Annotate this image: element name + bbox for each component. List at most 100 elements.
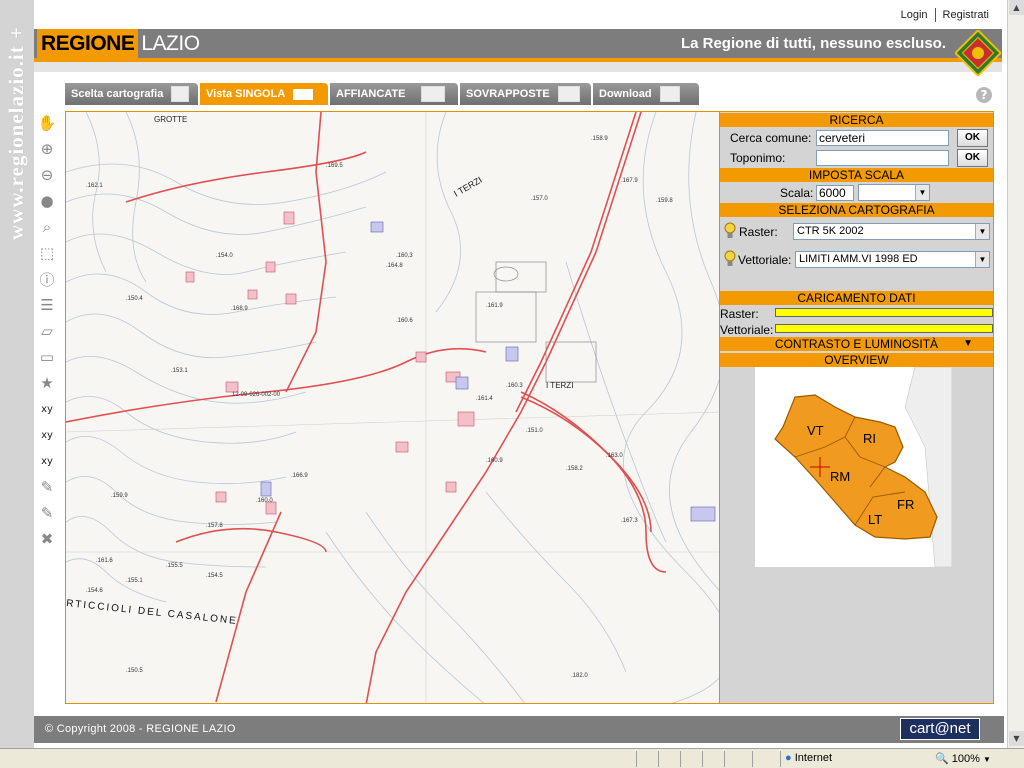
list-icon[interactable]: ☰	[35, 293, 59, 317]
cartnet-logo[interactable]: cart@net	[900, 718, 980, 740]
spot-height: .160.6	[396, 318, 413, 324]
tab-label: AFFIANCATE	[336, 88, 406, 100]
spot-height: .167.3	[621, 518, 638, 524]
tab-vista-singola[interactable]: Vista SINGOLA	[200, 83, 328, 105]
tab-scelta-cartografia[interactable]: Scelta cartografia	[65, 83, 198, 105]
tab-affiancate[interactable]: AFFIANCATE	[330, 83, 458, 105]
top-links: Login Registrati	[896, 8, 994, 22]
spot-height: .166.9	[291, 473, 308, 479]
register-link[interactable]: Registrati	[938, 9, 994, 21]
zoom-control[interactable]: 🔍 100% ▼	[935, 752, 991, 765]
header-lower-stripe	[34, 62, 1002, 72]
status-cell	[680, 751, 702, 767]
brand-logo[interactable]: REGIONE LAZIO	[37, 29, 200, 58]
xy-pointer-icon[interactable]: xy	[35, 423, 59, 447]
magnifier-icon[interactable]: ⌕	[35, 215, 59, 239]
scroll-up-icon[interactable]: ▲	[1009, 0, 1024, 15]
raster-row: Raster: CTR 5K 2002 ▼	[720, 221, 993, 243]
chevron-down-icon: ▼	[975, 224, 989, 239]
place-grotte: GROTTE	[154, 115, 187, 124]
contrasto-label: CONTRASTO E LUMINOSITÀ	[774, 337, 939, 351]
status-cell	[724, 751, 752, 767]
globe-grid-icon	[171, 86, 190, 102]
highlighted-buildings	[260, 221, 716, 522]
section-seleziona-cartografia: SELEZIONA CARTOGRAFIA	[720, 203, 993, 217]
login-link[interactable]: Login	[896, 9, 933, 21]
sheet-id: 12-09-026-002-00	[232, 392, 281, 398]
xy-label: xy	[41, 455, 53, 467]
tab-label: Scelta cartografia	[71, 88, 164, 100]
zoom-out-icon[interactable]: ⊖	[35, 163, 59, 187]
header-slogan: La Regione di tutti, nessuno escluso.	[680, 35, 946, 52]
spot-height: .154.6	[86, 588, 103, 594]
spot-height: .182.0	[571, 673, 588, 679]
search-comune-row: Cerca comune: OK	[720, 129, 993, 149]
help-icon[interactable]: ?	[976, 87, 992, 103]
place-i-terzi-top: I TERZI	[452, 175, 484, 199]
load-vettoriale-label: Vettoriale:	[720, 323, 774, 337]
lightbulb-icon[interactable]	[724, 222, 736, 240]
map-toolbar: ✋ ⊕ ⊖ ● ⌕ ⬚ ⓘ ☰ ▱ ▭ ★ xy xy xy ✎ ✎ ✖	[34, 110, 64, 710]
scala-input[interactable]	[816, 185, 854, 201]
scala-select[interactable]: ▼	[858, 184, 930, 201]
zoom-box-icon[interactable]: ⬚	[35, 241, 59, 265]
tab-download[interactable]: Download	[593, 83, 699, 105]
place-casalone: RTICCIOLI DEL CASALONE	[66, 598, 238, 627]
spot-height: .157.0	[531, 196, 548, 202]
vettoriale-select[interactable]: LIMITI AMM.VI 1998 ED ▼	[795, 251, 990, 268]
map-canvas: GROTTE I TERZI I TERZI RTICCIOLI DEL CAS…	[66, 112, 719, 703]
brand-regione: REGIONE	[37, 29, 139, 58]
ruler-icon[interactable]: ✎	[35, 475, 59, 499]
vettoriale-select-value: LIMITI AMM.VI 1998 ED	[799, 253, 918, 265]
section-contrasto[interactable]: CONTRASTO E LUMINOSITÀ ▼	[720, 337, 993, 351]
cerca-comune-input[interactable]	[816, 130, 949, 146]
clear-icon[interactable]: ✖	[35, 527, 59, 551]
globe-icon[interactable]: ●	[35, 189, 59, 213]
chevron-down-icon: ▼	[982, 755, 991, 764]
info-icon[interactable]: ⓘ	[35, 267, 59, 291]
spot-height: .150.4	[126, 296, 143, 302]
hand-icon[interactable]: ✋	[35, 111, 59, 135]
single-view-icon	[293, 88, 314, 100]
region-emblem-icon	[955, 30, 1001, 76]
spot-height: .169.5	[326, 163, 343, 169]
cerca-comune-ok-button[interactable]: OK	[957, 129, 988, 147]
internet-globe-icon: ●	[785, 752, 792, 764]
spot-height: .160.9	[486, 458, 503, 464]
raster-select[interactable]: CTR 5K 2002 ▼	[793, 223, 990, 240]
left-decorative-band: www.regionelazio.it +	[0, 0, 34, 748]
province-fr: FR	[897, 497, 914, 512]
xy-label: xy	[41, 403, 53, 415]
xy-label: xy	[41, 429, 53, 441]
spot-height: .153.1	[171, 368, 188, 374]
xy-text-icon[interactable]: xy	[35, 449, 59, 473]
vettoriale-progress-bar	[775, 324, 993, 333]
overview-map[interactable]: VT RI RM FR LT	[755, 367, 952, 567]
map-viewport[interactable]: GROTTE I TERZI I TERZI RTICCIOLI DEL CAS…	[65, 111, 720, 704]
scroll-down-icon[interactable]: ▼	[1009, 731, 1024, 746]
province-rm: RM	[830, 469, 850, 484]
area-icon[interactable]: ✎	[35, 501, 59, 525]
vertical-scrollbar[interactable]: ▲ ▼	[1007, 0, 1024, 748]
toponimo-row: Toponimo: OK	[720, 149, 993, 169]
status-cell	[752, 751, 780, 767]
lightbulb-icon[interactable]	[724, 250, 736, 268]
province-lt: LT	[868, 512, 882, 527]
toponimo-input[interactable]	[816, 150, 949, 166]
place-i-terzi-mid: I TERZI	[546, 381, 573, 390]
spot-height: .155.1	[126, 578, 143, 584]
layer-icon[interactable]: ▱	[35, 319, 59, 343]
star-icon[interactable]: ★	[35, 371, 59, 395]
spot-heights: .162.1 .169.5 .160.3 .160.6 .161.9 .160.3 .158…	[86, 136, 673, 679]
xy-plus-icon[interactable]: xy	[35, 397, 59, 421]
zoom-in-icon[interactable]: ⊕	[35, 137, 59, 161]
load-vettoriale-row: Vettoriale:	[720, 322, 993, 338]
chevron-down-icon: ▼	[975, 252, 989, 267]
tab-sovrapposte[interactable]: SOVRAPPOSTE	[460, 83, 591, 105]
spot-height: .160.0	[256, 498, 273, 504]
spot-height: .161.9	[486, 303, 503, 309]
window-icon[interactable]: ▭	[35, 345, 59, 369]
view-tabs: Scelta cartografia Vista SINGOLA AFFIANC…	[65, 83, 701, 105]
tab-label: SOVRAPPOSTE	[466, 88, 550, 100]
toponimo-ok-button[interactable]: OK	[957, 149, 988, 167]
